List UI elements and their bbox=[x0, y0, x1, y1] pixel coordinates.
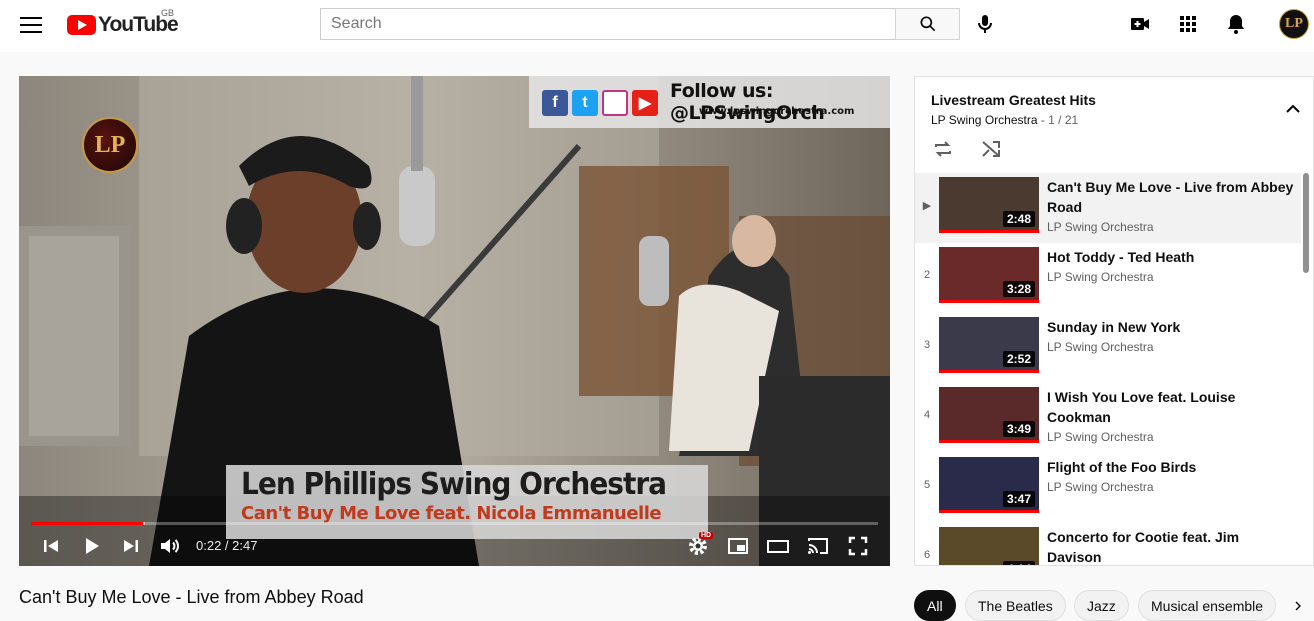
thumbnail-watched-bar bbox=[939, 440, 1039, 443]
search-icon bbox=[920, 16, 935, 32]
instagram-icon bbox=[602, 90, 628, 116]
progress-played bbox=[31, 522, 143, 525]
video-player[interactable]: f t ▶ Follow us: @LPSwingOrch www.lpswin… bbox=[19, 76, 890, 566]
twitter-icon: t bbox=[572, 90, 598, 116]
previous-icon[interactable] bbox=[39, 534, 63, 558]
playlist-item-channel: LP Swing Orchestra bbox=[1047, 220, 1154, 234]
miniplayer-icon[interactable] bbox=[726, 534, 750, 558]
shuffle-icon[interactable] bbox=[979, 137, 1003, 161]
playlist-item-title[interactable]: I Wish You Love feat. Louise Cookman bbox=[1047, 387, 1295, 427]
playlist-item-title[interactable]: Flight of the Foo Birds bbox=[1047, 457, 1295, 477]
time-display: 0:22 / 2:47 bbox=[196, 538, 258, 553]
country-code: GB bbox=[161, 8, 175, 18]
lower-third-subtitle: Can't Buy Me Love feat. Nicola Emmanuell… bbox=[241, 503, 662, 524]
thumbnail-watched-bar bbox=[939, 510, 1039, 513]
follow-url: www.lpswingorchestra.com bbox=[699, 106, 855, 117]
playlist-item-thumbnail[interactable]: 2:48 bbox=[939, 177, 1039, 233]
channel-watermark-logo: LP bbox=[82, 117, 138, 173]
filter-chip[interactable]: The Beatles bbox=[965, 590, 1066, 621]
chevron-up-icon[interactable] bbox=[1281, 97, 1305, 121]
facebook-icon: f bbox=[542, 90, 568, 116]
playlist-items: ▶ 2:48 Can't Buy Me Love - Live from Abbey… bbox=[915, 173, 1301, 565]
lower-third-title: Len Phillips Swing Orchestra bbox=[241, 465, 667, 502]
hd-badge: HD bbox=[699, 532, 714, 539]
theater-mode-icon[interactable] bbox=[766, 534, 790, 558]
masthead: YouTube GB LP bbox=[0, 0, 1314, 52]
playlist-item[interactable]: 3 2:52 Sunday in New York LP Swing Orchestr… bbox=[915, 313, 1301, 377]
playlist-meta: LP Swing Orchestra - 1 / 21 bbox=[931, 113, 1078, 127]
playlist-item-duration: 3:47 bbox=[1002, 491, 1035, 507]
thumbnail-watched-bar bbox=[939, 230, 1039, 233]
follow-text: Follow us: @LPSwingOrch bbox=[670, 80, 825, 124]
chevron-right-icon[interactable] bbox=[1286, 594, 1310, 618]
playlist-channel[interactable]: LP Swing Orchestra bbox=[931, 113, 1038, 127]
player-controls: 0:22 / 2:47 HD bbox=[19, 526, 890, 566]
playlist-scrollbar[interactable] bbox=[1303, 173, 1309, 273]
playlist-item-duration: 3:28 bbox=[1002, 281, 1035, 297]
social-banner: f t ▶ Follow us: @LPSwingOrch www.lpswin… bbox=[529, 76, 890, 128]
youtube-social-icon: ▶ bbox=[632, 90, 658, 116]
volume-icon[interactable] bbox=[158, 534, 182, 558]
playlist-item[interactable]: 2 3:28 Hot Toddy - Ted Heath LP Swing Orche… bbox=[915, 243, 1301, 307]
fullscreen-icon[interactable] bbox=[846, 534, 870, 558]
video-title: Can't Buy Me Love - Live from Abbey Road bbox=[19, 587, 364, 607]
search-button[interactable] bbox=[895, 8, 960, 40]
microphone-icon[interactable] bbox=[973, 12, 997, 36]
playlist-item-thumbnail[interactable]: 3:47 bbox=[939, 457, 1039, 513]
playlist-item-thumbnail[interactable]: 2:52 bbox=[939, 317, 1039, 373]
playlist-item-title[interactable]: Can't Buy Me Love - Live from Abbey Road bbox=[1047, 177, 1295, 217]
progress-bar[interactable] bbox=[31, 522, 878, 525]
filter-chips: Musical ensemble Jazz The Beatles All bbox=[914, 590, 1314, 621]
playlist-item-thumbnail[interactable]: 3:49 bbox=[939, 387, 1039, 443]
playlist-item[interactable]: 6 4:14 Concerto for Cootie feat. Jim Davis… bbox=[915, 523, 1301, 565]
notifications-bell-icon[interactable] bbox=[1224, 12, 1248, 36]
playlist-item-index: 2 bbox=[923, 269, 931, 281]
playlist-item[interactable]: ▶ 2:48 Can't Buy Me Love - Live from Abbey… bbox=[915, 173, 1301, 243]
playlist-item-index: 6 bbox=[923, 549, 931, 561]
playlist-item-title[interactable]: Hot Toddy - Ted Heath bbox=[1047, 247, 1295, 267]
menu-icon[interactable] bbox=[20, 16, 42, 34]
playlist-item-channel: LP Swing Orchestra bbox=[1047, 480, 1154, 494]
playlist-item-channel: LP Swing Orchestra bbox=[1047, 340, 1154, 354]
playlist-item[interactable]: 5 3:47 Flight of the Foo Birds LP Swing Orc… bbox=[915, 453, 1301, 517]
thumbnail-watched-bar bbox=[939, 370, 1039, 373]
playlist-item-index: ▶ bbox=[922, 200, 932, 212]
playlist-item-duration: 3:49 bbox=[1002, 421, 1035, 437]
playlist-item-thumbnail[interactable]: 4:14 bbox=[939, 527, 1039, 565]
youtube-play-icon bbox=[67, 15, 96, 35]
playlist-panel: Livestream Greatest Hits LP Swing Orches… bbox=[914, 76, 1314, 566]
search-input[interactable] bbox=[320, 8, 895, 40]
filter-chip[interactable]: Jazz bbox=[1074, 590, 1129, 621]
next-icon[interactable] bbox=[119, 534, 143, 558]
playlist-item-index: 4 bbox=[923, 409, 931, 421]
playlist-position: - 1 / 21 bbox=[1040, 113, 1079, 127]
playlist-item-duration: 2:52 bbox=[1002, 351, 1035, 367]
cast-icon[interactable] bbox=[806, 534, 830, 558]
apps-icon[interactable] bbox=[1176, 12, 1200, 36]
play-icon[interactable] bbox=[79, 534, 103, 558]
playlist-item[interactable]: 4 3:49 I Wish You Love feat. Louise Cookma… bbox=[915, 383, 1301, 447]
filter-chip[interactable]: Musical ensemble bbox=[1138, 590, 1277, 621]
playlist-title[interactable]: Livestream Greatest Hits bbox=[931, 92, 1096, 108]
playlist-item-title[interactable]: Concerto for Cootie feat. Jim Davison bbox=[1047, 527, 1295, 565]
playlist-item-channel: LP Swing Orchestra bbox=[1047, 430, 1154, 444]
playlist-item-duration: 2:48 bbox=[1002, 211, 1035, 227]
account-avatar[interactable]: LP bbox=[1279, 9, 1309, 39]
loop-icon[interactable] bbox=[931, 137, 955, 161]
playlist-item-duration: 4:14 bbox=[1002, 561, 1035, 565]
playlist-item-thumbnail[interactable]: 3:28 bbox=[939, 247, 1039, 303]
search-bar bbox=[320, 8, 960, 40]
playlist-item-index: 5 bbox=[923, 479, 931, 491]
filter-chip[interactable]: All bbox=[914, 590, 956, 621]
create-video-icon[interactable] bbox=[1128, 12, 1152, 36]
playlist-item-title[interactable]: Sunday in New York bbox=[1047, 317, 1295, 337]
thumbnail-watched-bar bbox=[939, 300, 1039, 303]
playlist-item-index: 3 bbox=[923, 339, 931, 351]
playlist-item-channel: LP Swing Orchestra bbox=[1047, 270, 1154, 284]
